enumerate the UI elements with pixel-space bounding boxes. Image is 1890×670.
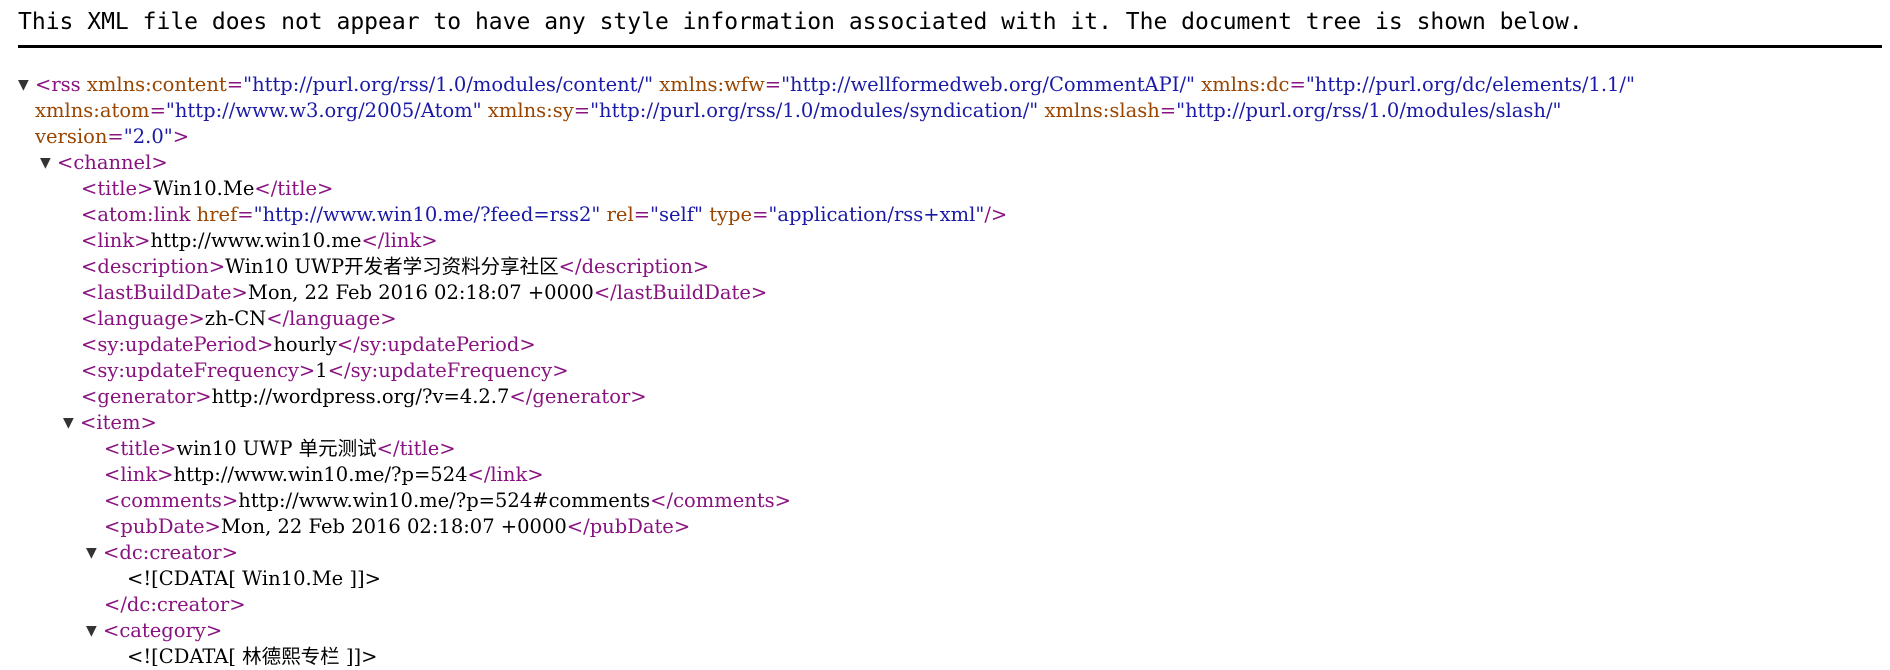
item-comments-line: <comments>http://www.win10.me/?p=524#com… — [104, 488, 791, 514]
tag-open: <comments> — [104, 489, 239, 512]
tag-open: <description> — [81, 255, 226, 278]
rss-tag-close-bracket: > — [172, 125, 190, 148]
item-open-line: ▼ <item> — [63, 410, 157, 436]
channel-collapse-toggle-icon[interactable]: ▼ — [40, 150, 57, 176]
channel-updatefrequency-text: 1 — [315, 359, 328, 382]
item-pubdate-text: Mon, 22 Feb 2016 02:18:07 +0000 — [220, 515, 567, 538]
tag-close: </link> — [361, 229, 438, 252]
tag-open: <lastBuildDate> — [81, 281, 248, 304]
tag-close: </title> — [376, 437, 456, 460]
creator-tag-close: </dc:creator> — [104, 593, 246, 616]
channel-lastbuilddate-text: Mon, 22 Feb 2016 02:18:07 +0000 — [247, 281, 594, 304]
channel-link-line: <link>http://www.win10.me</link> — [81, 228, 438, 254]
channel-language-line: <language>zh-CN</language> — [81, 306, 397, 332]
channel-link-text: http://www.win10.me — [150, 229, 362, 252]
attr-name: xmlns:content — [86, 73, 227, 96]
tag-close: </comments> — [650, 489, 792, 512]
tag-close: </language> — [266, 307, 397, 330]
channel-atom-link-line: <atom:link href="http://www.win10.me/?fe… — [81, 203, 1008, 226]
item-tag-open: <item> — [80, 411, 157, 434]
channel-title-text: Win10.Me — [153, 177, 255, 200]
attr-name: rel — [606, 203, 634, 226]
attr-name: xmlns:atom — [35, 99, 150, 122]
rss-collapse-toggle-icon[interactable]: ▼ — [18, 72, 35, 98]
creator-collapse-toggle-icon[interactable]: ▼ — [86, 540, 103, 566]
tag-open: <atom:link — [81, 203, 191, 226]
category-collapse-toggle-icon[interactable]: ▼ — [86, 618, 103, 644]
channel-generator-line: <generator>http://wordpress.org/?v=4.2.7… — [81, 384, 647, 410]
channel-description-text: Win10 UWP开发者学习资料分享社区 — [225, 255, 559, 278]
category-tag-open: <category> — [103, 619, 223, 642]
attr-name: version — [35, 125, 108, 148]
item-link-text: http://www.win10.me/?p=524 — [173, 463, 468, 486]
attr-value: "http://purl.org/rss/1.0/modules/content… — [243, 73, 654, 96]
attr-value: "http://purl.org/dc/elements/1.1/" — [1305, 73, 1635, 96]
tag-close: </link> — [467, 463, 544, 486]
rss-open-tag-line-3: version="2.0"> — [35, 125, 190, 148]
attr-value: "self" — [650, 203, 703, 226]
tag-open: <sy:updatePeriod> — [81, 333, 274, 356]
attr-value: "http://purl.org/rss/1.0/modules/syndica… — [590, 99, 1039, 122]
item-collapse-toggle-icon[interactable]: ▼ — [63, 410, 80, 436]
tag-open: <link> — [104, 463, 174, 486]
tag-open: <sy:updateFrequency> — [81, 359, 316, 382]
item-title-text: win10 UWP 单元测试 — [176, 437, 377, 460]
channel-description-line: <description>Win10 UWP开发者学习资料分享社区</descr… — [81, 254, 709, 280]
tag-open: <pubDate> — [104, 515, 221, 538]
tag-open: <generator> — [81, 385, 212, 408]
xml-document-tree: ▼ <rss xmlns:content="http://purl.org/rss… — [0, 0, 1890, 668]
attr-value: "http://wellformedweb.org/CommentAPI/" — [781, 73, 1195, 96]
tag-close: </sy:updateFrequency> — [327, 359, 569, 382]
item-title-line: <title>win10 UWP 单元测试</title> — [104, 436, 456, 462]
tag-close: </pubDate> — [566, 515, 691, 538]
channel-open-line: ▼ <channel> — [40, 150, 168, 176]
attr-value: "http://purl.org/rss/1.0/modules/slash/" — [1176, 99, 1562, 122]
attr-name: xmlns:slash — [1044, 99, 1160, 122]
tag-open: <language> — [81, 307, 205, 330]
channel-title-line: <title>Win10.Me</title> — [81, 176, 333, 202]
creator-close-line: </dc:creator> — [104, 592, 246, 618]
channel-lastbuilddate-line: <lastBuildDate>Mon, 22 Feb 2016 02:18:07… — [81, 280, 767, 306]
category-cdata-line: <![CDATA[ 林德熙专栏 ]]> — [127, 644, 377, 670]
attr-value: "http://www.win10.me/?feed=rss2" — [253, 203, 601, 226]
item-comments-text: http://www.win10.me/?p=524#comments — [238, 489, 651, 512]
tag-close: </lastBuildDate> — [593, 281, 768, 304]
tag-open: <title> — [104, 437, 177, 460]
channel-generator-text: http://wordpress.org/?v=4.2.7 — [211, 385, 510, 408]
creator-cdata-line: <![CDATA[ Win10.Me ]]> — [127, 566, 381, 592]
channel-updateperiod-text: hourly — [273, 333, 337, 356]
attr-value: "2.0" — [123, 125, 173, 148]
rss-open-tag-line-1: ▼ <rss xmlns:content="http://purl.org/rss… — [18, 72, 1635, 98]
creator-open-line: ▼ <dc:creator> — [86, 540, 238, 566]
channel-updateperiod-line: <sy:updatePeriod>hourly</sy:updatePeriod… — [81, 332, 536, 358]
rss-tag-open: <rss — [35, 73, 81, 96]
tag-open: <title> — [81, 177, 154, 200]
attr-name: xmlns:sy — [487, 99, 574, 122]
tag-self-close: /> — [984, 203, 1008, 226]
tag-close: </sy:updatePeriod> — [336, 333, 536, 356]
tag-close: </title> — [254, 177, 334, 200]
tag-close: </description> — [558, 255, 710, 278]
channel-tag-open: <channel> — [57, 151, 168, 174]
attr-name: xmlns:wfw — [659, 73, 765, 96]
attr-value: "application/rss+xml" — [768, 203, 985, 226]
item-link-line: <link>http://www.win10.me/?p=524</link> — [104, 462, 544, 488]
tag-close: </generator> — [509, 385, 647, 408]
tag-open: <link> — [81, 229, 151, 252]
rss-open-tag-line-2: xmlns:atom="http://www.w3.org/2005/Atom"… — [35, 99, 1562, 122]
creator-cdata-text: <![CDATA[ Win10.Me ]]> — [127, 567, 381, 590]
channel-language-text: zh-CN — [204, 307, 267, 330]
attr-name: href — [196, 203, 238, 226]
creator-tag-open: <dc:creator> — [103, 541, 238, 564]
attr-name: xmlns:dc — [1201, 73, 1290, 96]
item-pubdate-line: <pubDate>Mon, 22 Feb 2016 02:18:07 +0000… — [104, 514, 690, 540]
attr-value: "http://www.w3.org/2005/Atom" — [165, 99, 482, 122]
category-open-line: ▼ <category> — [86, 618, 222, 644]
channel-updatefrequency-line: <sy:updateFrequency>1</sy:updateFrequenc… — [81, 358, 569, 384]
attr-name: type — [709, 203, 753, 226]
